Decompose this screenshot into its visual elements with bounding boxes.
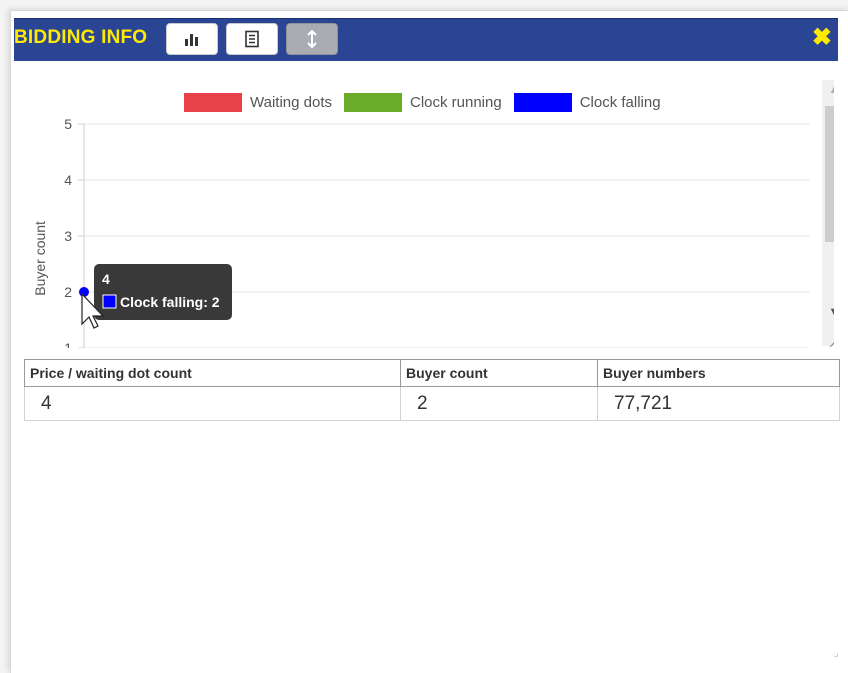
tooltip-label: Clock falling: 2 xyxy=(120,294,220,310)
scroll-thumb[interactable] xyxy=(825,106,834,242)
y-tick-label: 2 xyxy=(64,284,72,300)
expand-vertical-icon xyxy=(307,29,317,49)
tooltip-swatch xyxy=(102,294,117,309)
table-row[interactable]: 4 2 77,721 xyxy=(24,386,840,421)
scroll-down-arrow-icon[interactable]: ▼ xyxy=(822,302,834,322)
cell-buyer-numbers: 77,721 xyxy=(597,386,840,421)
column-header-price[interactable]: Price / waiting dot count xyxy=(24,359,401,387)
window-resize-grip-icon[interactable]: ⌟ xyxy=(834,648,839,659)
title-bar: BIDDING INFO ✖ xyxy=(14,18,838,61)
close-icon[interactable]: ✖ xyxy=(812,21,832,55)
chart-panel: Waiting dots Clock running Clock falling… xyxy=(14,70,834,348)
chart-view-button[interactable] xyxy=(166,23,218,55)
scroll-up-arrow-icon[interactable]: ▲ xyxy=(822,80,834,100)
chart-plot: 1 2 3 4 5 Buyer count 4 Clock falling: 2 xyxy=(32,116,810,348)
y-axis-label: Buyer count xyxy=(32,221,48,296)
bar-chart-icon xyxy=(185,34,198,46)
tooltip-box xyxy=(94,264,232,320)
y-tick-label: 1 xyxy=(64,340,72,348)
cell-price: 4 xyxy=(24,386,401,421)
y-tick-label: 3 xyxy=(64,228,72,244)
column-header-buyer-count[interactable]: Buyer count xyxy=(400,359,598,387)
resize-grip-icon[interactable] xyxy=(826,332,834,348)
window-title: BIDDING INFO xyxy=(14,27,148,48)
y-tick-label: 4 xyxy=(64,172,72,188)
bidding-table: Price / waiting dot count Buyer count Bu… xyxy=(24,359,840,421)
column-header-buyer-numbers[interactable]: Buyer numbers xyxy=(597,359,840,387)
vertical-scrollbar[interactable]: ▲ ▼ xyxy=(822,80,834,346)
table-header-row: Price / waiting dot count Buyer count Bu… xyxy=(24,359,840,387)
y-tick-label: 5 xyxy=(64,116,72,132)
table-view-icon xyxy=(245,30,259,48)
tooltip-title: 4 xyxy=(102,271,110,287)
table-view-button[interactable] xyxy=(226,23,278,55)
cell-buyer-count: 2 xyxy=(400,386,598,421)
expand-button[interactable] xyxy=(286,23,338,55)
